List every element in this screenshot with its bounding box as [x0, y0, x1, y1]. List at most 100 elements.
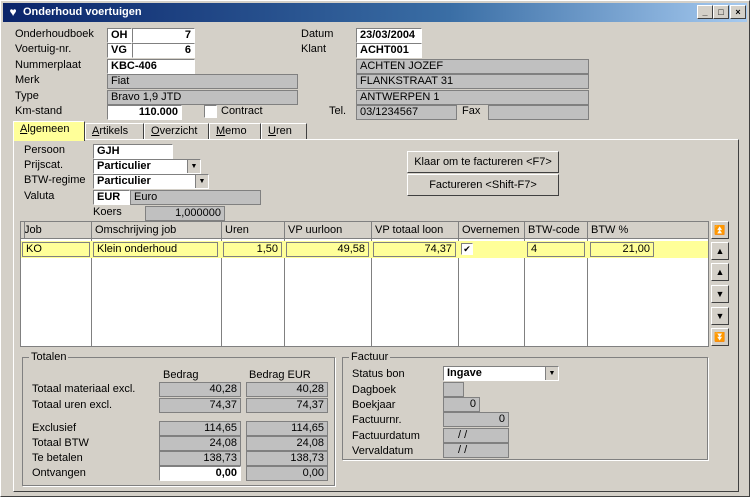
- cell-btw-pct[interactable]: 21,00: [590, 242, 654, 257]
- voertuignr-code-field[interactable]: VG: [107, 43, 132, 58]
- merk-label: Merk: [15, 74, 40, 86]
- factuurdatum-field: / /: [443, 428, 509, 443]
- minimize-button[interactable]: _: [697, 5, 713, 19]
- table-row[interactable]: KO Klein onderhoud 1,50 49,58 74,37 ✔ 4 …: [21, 241, 708, 258]
- col-header-vp-totaal-loon[interactable]: VP totaal loon: [372, 222, 459, 239]
- btw-regime-select[interactable]: Particulier ▼: [93, 174, 209, 189]
- status-bon-select[interactable]: Ingave ▼: [443, 366, 559, 381]
- title-bar[interactable]: ♥ Onderhoud voertuigen _ □ ×: [3, 3, 747, 22]
- dagboek-field: [443, 382, 464, 397]
- window-title: Onderhoud voertuigen: [23, 6, 142, 18]
- onderhoudboek-label: Onderhoudboek: [15, 28, 94, 40]
- vervaldatum-field: / /: [443, 443, 509, 458]
- cell-btw-code[interactable]: 4: [527, 242, 585, 257]
- boekjaar-label: Boekjaar: [352, 399, 396, 411]
- klant-plaats-field: ANTWERPEN 1: [356, 90, 589, 105]
- first-record-icon[interactable]: ⏫: [711, 221, 729, 239]
- te-betalen-eur: 138,73: [246, 451, 328, 466]
- ontvangen-bedrag-field[interactable]: 0,00: [159, 466, 241, 481]
- klant-field[interactable]: ACHT001: [356, 43, 422, 58]
- ontvangen-eur: 0,00: [246, 466, 328, 481]
- cell-uren[interactable]: 1,50: [223, 242, 282, 257]
- heart-shield-icon: ♥: [9, 5, 17, 19]
- merk-field: Fiat: [107, 74, 298, 89]
- chevron-down-icon[interactable]: ▼: [545, 367, 558, 380]
- maximize-button[interactable]: □: [713, 5, 729, 19]
- col-header-btw-code[interactable]: BTW-code: [525, 222, 588, 239]
- bedrag-header: Bedrag: [163, 369, 199, 381]
- tab-artikels[interactable]: Artikels: [85, 123, 144, 140]
- kmstand-label: Km-stand: [15, 105, 63, 117]
- klaar-om-te-factureren-button[interactable]: Klaar om te factureren <F7>: [407, 151, 559, 173]
- col-header-uren[interactable]: Uren: [222, 222, 285, 239]
- cell-vp-totaal[interactable]: 74,37: [373, 242, 456, 257]
- up-icon[interactable]: ▲: [711, 263, 729, 281]
- totaal-uren-eur: 74,37: [246, 398, 328, 413]
- prijscat-select[interactable]: Particulier ▼: [93, 159, 201, 174]
- fax-field: [488, 105, 589, 120]
- prijscat-label: Prijscat.: [24, 159, 64, 171]
- te-betalen-bedrag: 138,73: [159, 451, 241, 466]
- contract-label: Contract: [221, 105, 263, 117]
- dagboek-label: Dagboek: [352, 384, 397, 396]
- close-button[interactable]: ×: [730, 5, 746, 19]
- totaal-materiaal-bedrag: 40,28: [159, 382, 241, 397]
- fax-label: Fax: [462, 105, 481, 117]
- type-label: Type: [15, 90, 39, 102]
- next-page-icon[interactable]: ▼: [711, 307, 729, 325]
- cell-vp-uurloon[interactable]: 49,58: [286, 242, 369, 257]
- cell-job[interactable]: KO: [22, 242, 90, 257]
- voertuignr-label: Voertuig-nr.: [15, 43, 72, 55]
- prijscat-value: Particulier: [97, 160, 151, 172]
- tab-overzicht[interactable]: Overzicht: [144, 123, 209, 140]
- last-record-icon[interactable]: ⏬: [711, 328, 729, 346]
- col-header-btw-pct[interactable]: BTW %: [588, 222, 708, 239]
- nummerplaat-field[interactable]: KBC-406: [107, 59, 195, 74]
- jobs-grid[interactable]: Job Omschrijving job Uren VP uurloon VP …: [20, 221, 709, 347]
- datum-field[interactable]: 23/03/2004: [356, 28, 422, 43]
- col-header-overnemen[interactable]: Overnemen: [459, 222, 525, 239]
- totaal-btw-label: Totaal BTW: [32, 437, 89, 449]
- col-header-job[interactable]: Job: [21, 222, 92, 239]
- down-icon[interactable]: ▼: [711, 285, 729, 303]
- persoon-field[interactable]: GJH: [93, 144, 173, 159]
- totaal-materiaal-eur: 40,28: [246, 382, 328, 397]
- klant-adres-field: FLANKSTRAAT 31: [356, 74, 589, 89]
- cell-omschrijving[interactable]: Klein onderhoud: [93, 242, 218, 257]
- tab-uren[interactable]: Uren: [261, 123, 307, 140]
- btw-regime-value: Particulier: [97, 175, 151, 187]
- ontvangen-label: Ontvangen: [32, 467, 86, 479]
- tel-label: Tel.: [329, 105, 347, 117]
- onderhoudboek-nr-field[interactable]: 7: [132, 28, 195, 43]
- factuurdatum-label: Factuurdatum: [352, 430, 420, 442]
- prev-page-icon[interactable]: ▲: [711, 242, 729, 260]
- exclusief-label: Exclusief: [32, 422, 77, 434]
- klant-label: Klant: [301, 43, 327, 55]
- totaal-materiaal-label: Totaal materiaal excl.: [32, 383, 136, 395]
- status-bon-value: Ingave: [447, 367, 482, 379]
- factureren-button[interactable]: Factureren <Shift-F7>: [407, 174, 559, 196]
- te-betalen-label: Te betalen: [32, 452, 83, 464]
- voertuignr-nr-field[interactable]: 6: [132, 43, 195, 58]
- valuta-code-field[interactable]: EUR: [93, 190, 130, 205]
- onderhoudboek-code-field[interactable]: OH: [107, 28, 132, 43]
- totaal-uren-label: Totaal uren excl.: [32, 399, 113, 411]
- exclusief-bedrag: 114,65: [159, 421, 241, 436]
- valuta-naam-field: Euro: [130, 190, 261, 205]
- vervaldatum-label: Vervaldatum: [352, 445, 414, 457]
- kmstand-field[interactable]: 110.000: [107, 105, 182, 120]
- factuurnr-field: 0: [443, 412, 509, 427]
- datum-label: Datum: [301, 28, 334, 40]
- tab-memo[interactable]: Memo: [209, 123, 261, 140]
- chevron-down-icon[interactable]: ▼: [195, 175, 208, 188]
- col-header-vp-uurloon[interactable]: VP uurloon: [285, 222, 372, 239]
- totalen-title: Totalen: [29, 351, 69, 363]
- factuur-title: Factuur: [349, 351, 391, 363]
- tab-algemeen[interactable]: Algemeen: [13, 121, 85, 141]
- cell-overnemen-checkbox[interactable]: ✔: [461, 243, 473, 255]
- col-header-omschrijving[interactable]: Omschrijving job: [92, 222, 222, 239]
- status-bon-label: Status bon: [352, 368, 405, 380]
- record-scroller: ⏫ ▲ ▲ ▼ ▼ ⏬: [711, 221, 729, 347]
- contract-checkbox[interactable]: [204, 105, 217, 118]
- chevron-down-icon[interactable]: ▼: [187, 160, 200, 173]
